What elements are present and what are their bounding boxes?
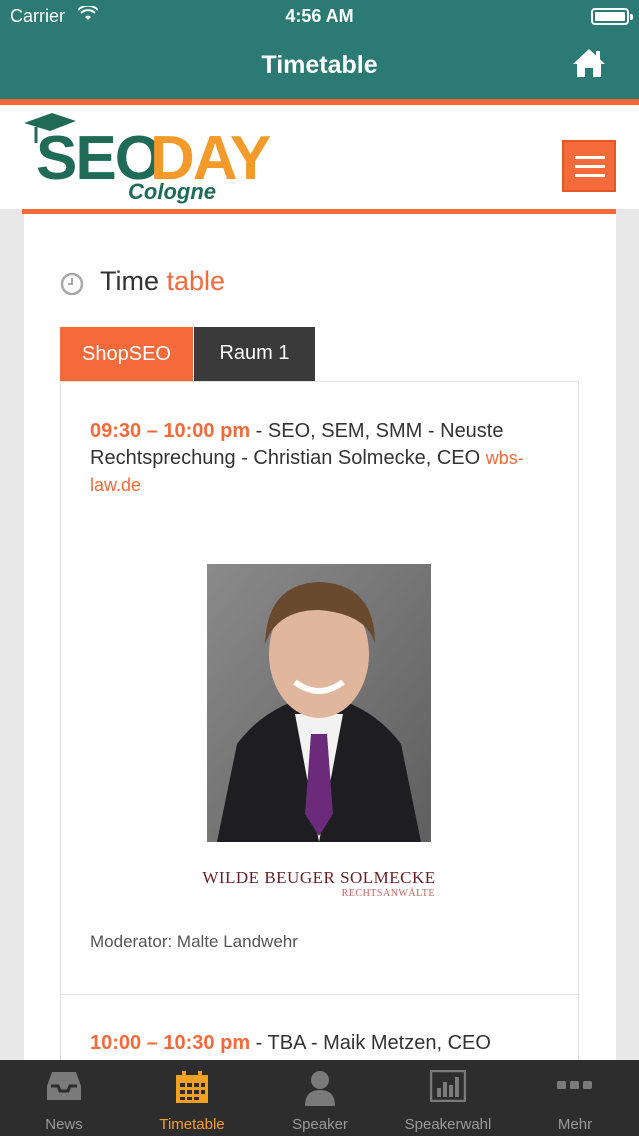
firm-logo: WILDE BEUGER SOLMECKE RECHTSANWÄLTE [199,868,439,908]
tab-shopseo[interactable]: ShopSEO [60,327,193,381]
session-entry: 10:00 – 10:30 pm - TBA - Maik Metzen, CE… [90,1032,491,1055]
session-time: 09:30 – 10:00 pm [90,420,251,442]
battery-icon [591,8,633,25]
session-description: - TBA - Maik Metzen, CEO [250,1032,491,1054]
bar-chart-icon [430,1070,466,1102]
site-header: SEO DAY Cologne [0,105,639,209]
person-icon [305,1071,335,1106]
seoday-logo[interactable]: SEO DAY Cologne [22,109,272,205]
page-title: Timetable [261,51,378,79]
moderator-text: Moderator: Malte Landwehr [90,932,298,951]
menu-button[interactable] [562,140,616,192]
tabbar-label: Speaker [292,1116,348,1133]
tabbar-item-timetable[interactable]: Timetable [128,1060,256,1136]
tabbar-item-speakerwahl[interactable]: Speakerwahl [384,1060,512,1136]
status-time: 4:56 AM [285,6,354,26]
timetable-panel: 09:30 – 10:00 pm - SEO, SEM, SMM - Neust… [60,381,580,1060]
firm-logo-name: WILDE BEUGER SOLMECKE [202,868,436,887]
section-title-part2: table [166,266,226,296]
tabbar-label: Speakerwahl [404,1116,492,1133]
home-icon[interactable] [571,47,607,79]
entry-divider [61,994,580,995]
tabbar-item-news[interactable]: News [0,1060,128,1136]
bottom-tab-bar: News Timetable Speaker Speakerwahl Mehr [0,1060,639,1136]
inbox-icon [47,1072,81,1100]
tabbar-item-mehr[interactable]: Mehr [511,1060,639,1136]
status-bar: Carrier 4:56 AM [0,0,639,33]
tabbar-label: News [45,1116,83,1133]
section-title-part1: Time [100,266,159,296]
firm-logo-sub: RECHTSANWÄLTE [341,888,435,899]
main-content: Time table ShopSEO Raum 1 09:30 – 10:00 … [24,214,616,1060]
clock-icon [60,272,84,296]
nav-bar: Timetable [0,33,639,99]
svg-text:Cologne: Cologne [128,179,216,204]
tabbar-item-speaker[interactable]: Speaker [256,1060,384,1136]
tabbar-label: Timetable [159,1116,225,1133]
calendar-icon [176,1071,208,1103]
more-icon [557,1081,592,1089]
speaker-photo [207,564,431,842]
session-time: 10:00 – 10:30 pm [90,1032,251,1054]
section-title: Time table [100,266,225,297]
tabbar-label: Mehr [557,1116,593,1133]
session-entry: 09:30 – 10:00 pm - SEO, SEM, SMM - Neust… [90,418,560,499]
tab-raum-1[interactable]: Raum 1 [194,327,315,381]
